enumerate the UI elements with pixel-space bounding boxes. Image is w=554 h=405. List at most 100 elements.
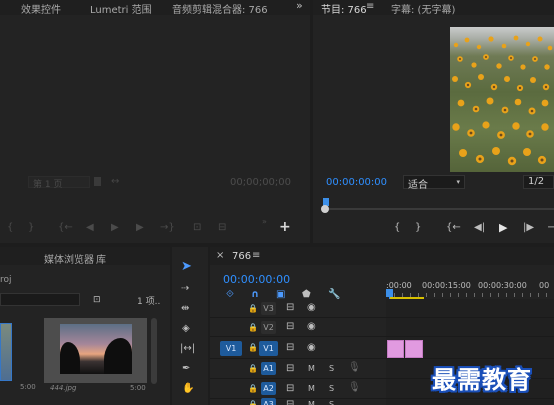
page-select[interactable]: 第 1 页 — [28, 176, 90, 190]
lock-icon[interactable]: 🔒 — [248, 322, 258, 334]
timeline-timecode[interactable]: 00:00:00:00 — [223, 273, 290, 286]
mute-button[interactable]: M — [308, 399, 315, 405]
sync-lock-icon[interactable]: ⊟ — [286, 363, 294, 375]
eye-icon[interactable]: ◉ — [307, 321, 316, 333]
sunflower-field-image — [452, 35, 553, 166]
go-to-in-icon[interactable]: {← — [58, 222, 73, 234]
hamburger-icon[interactable]: ≡ — [366, 1, 374, 13]
tab-audio-clip-mixer[interactable]: 音频剪辑混合器: 766 — [172, 1, 268, 16]
step-back-icon[interactable]: ◀| — [474, 222, 485, 234]
sync-lock-icon[interactable]: ⊟ — [286, 321, 294, 333]
track-row-v1: V1 🔒 V1 ⊟ ◉ — [210, 337, 554, 359]
clip-v1-b[interactable] — [405, 340, 423, 358]
solo-button[interactable]: S — [329, 399, 334, 405]
fit-dropdown-label: 适合 — [408, 180, 428, 191]
sync-lock-icon[interactable]: ⊟ — [286, 399, 294, 405]
step-forward-icon[interactable]: ▶ — [136, 222, 144, 234]
program-scrub-bar[interactable] — [321, 198, 554, 213]
tree-silhouette-right — [104, 338, 132, 374]
microphone-icon[interactable]: 🎙 — [348, 382, 361, 394]
page-select-label: 第 1 页 — [33, 180, 63, 190]
timeline-playhead-head[interactable] — [386, 289, 393, 297]
track-target-v2[interactable]: V2 — [261, 321, 276, 334]
track-target-a3[interactable]: A3 — [261, 398, 276, 405]
resolution-dropdown[interactable]: 1/2 — [523, 175, 554, 189]
program-timecode[interactable]: 00:00:00:00 — [326, 177, 387, 188]
sync-lock-icon[interactable]: ⊟ — [286, 383, 294, 395]
insert-icon[interactable]: ⊡ — [193, 222, 201, 234]
project-scrollbar[interactable] — [151, 318, 157, 384]
lock-icon[interactable]: 🔒 — [248, 363, 258, 375]
mute-button[interactable]: M — [308, 363, 315, 375]
ruler-label-30: 00:00:30:00 — [478, 281, 527, 290]
mute-button[interactable]: M — [308, 383, 315, 395]
eye-icon[interactable]: ◉ — [307, 302, 316, 314]
thumb-2-name: 444.jpg — [50, 384, 77, 392]
selection-tool-icon[interactable]: ➤ — [181, 260, 192, 273]
scrub-track — [321, 208, 554, 210]
expand-icon[interactable]: ↔ — [111, 176, 119, 188]
lock-icon[interactable]: 🔒 — [248, 399, 258, 405]
lock-icon[interactable]: 🔒 — [248, 303, 258, 315]
source-transport: { } {← ◀ ▶ ▶ →} ⊡ ⊟ » + — [0, 217, 310, 236]
solo-button[interactable]: S — [329, 383, 334, 395]
resolution-label: 1/2 — [528, 176, 545, 187]
track-select-tool-icon[interactable]: ⇢ — [181, 283, 189, 295]
program-panel: 节目: 766 ≡ 字幕: (无字幕) 00:00:00:00 适合 ▾ 1/2… — [313, 0, 554, 243]
play-icon[interactable]: ▶ — [499, 222, 507, 234]
clip-v1-a[interactable] — [387, 340, 404, 358]
step-forward-icon[interactable]: |▶ — [523, 222, 534, 234]
mark-in-icon[interactable]: { — [7, 222, 13, 234]
play-icon[interactable]: ▶ — [111, 222, 119, 234]
mark-in-icon[interactable]: { — [394, 222, 400, 234]
ruler-label-15: 00:00:15:00 — [422, 281, 471, 290]
sync-lock-icon[interactable]: ⊟ — [286, 302, 294, 314]
track-target-v3[interactable]: V3 — [261, 302, 276, 315]
hamburger-icon[interactable]: ≡ — [252, 250, 260, 262]
lock-icon[interactable]: 🔒 — [248, 383, 258, 395]
tab-libraries[interactable]: 库 — [96, 251, 106, 266]
sync-lock-icon[interactable]: ⊟ — [286, 342, 294, 354]
page-dropdown-icon[interactable] — [94, 177, 101, 186]
ripple-edit-tool-icon[interactable]: ⇹ — [181, 303, 189, 315]
project-thumb-2[interactable] — [44, 318, 147, 383]
eye-icon[interactable]: ◉ — [307, 342, 316, 354]
track-target-a1[interactable]: A1 — [261, 362, 276, 375]
mark-out-icon[interactable]: } — [415, 222, 421, 234]
add-button-icon[interactable]: + — [279, 220, 291, 234]
tab-lumetri-scopes[interactable]: Lumetri 范围 — [90, 1, 152, 16]
lift-icon[interactable]: − — [547, 222, 554, 234]
close-icon[interactable]: × — [216, 250, 224, 262]
track-target-a2[interactable]: A2 — [261, 382, 276, 395]
overwrite-icon[interactable]: ⊟ — [218, 222, 226, 234]
razor-tool-icon[interactable]: ◈ — [182, 323, 190, 335]
solo-button[interactable]: S — [329, 363, 334, 375]
timeline-ruler[interactable]: :00:00 00:00:15:00 00:00:30:00 00 — [386, 277, 554, 299]
new-bin-icon[interactable]: ⊡ — [93, 294, 101, 306]
project-thumb-1[interactable] — [0, 323, 12, 381]
slip-tool-icon[interactable]: |↔| — [180, 343, 195, 355]
tab-sequence[interactable]: 766 — [232, 251, 251, 262]
tab-captions[interactable]: 字幕: (无字幕) — [391, 1, 455, 16]
tab-program[interactable]: 节目: 766 — [321, 1, 367, 16]
source-timecode[interactable]: 00;00;00;00 — [230, 177, 291, 188]
pen-tool-icon[interactable]: ✒ — [182, 363, 190, 375]
microphone-icon[interactable]: 🎙 — [348, 362, 361, 374]
step-back-icon[interactable]: ◀ — [86, 222, 94, 234]
hand-tool-icon[interactable]: ✋ — [182, 383, 194, 395]
source-tab-bar: 效果控件 Lumetri 范围 音频剪辑混合器: 766 » — [0, 0, 310, 16]
source-patch-v1[interactable]: V1 — [220, 341, 242, 356]
fit-dropdown[interactable]: 适合 ▾ — [403, 175, 465, 191]
go-to-in-icon[interactable]: {← — [446, 222, 461, 234]
program-video-frame[interactable] — [450, 27, 554, 172]
track-target-v1[interactable]: V1 — [259, 341, 278, 356]
lock-icon[interactable]: 🔒 — [248, 342, 258, 354]
mark-out-icon[interactable]: } — [28, 222, 34, 234]
tab-media-browser[interactable]: 媒体浏览器 — [44, 251, 94, 266]
item-count: 1 项.. — [137, 297, 161, 307]
go-to-out-icon[interactable]: →} — [160, 222, 175, 234]
more-controls-icon[interactable]: » — [262, 216, 267, 228]
tab-effect-controls[interactable]: 效果控件 — [21, 1, 61, 16]
double-chevron-right-icon[interactable]: » — [296, 0, 303, 12]
project-search-input[interactable] — [0, 293, 80, 306]
